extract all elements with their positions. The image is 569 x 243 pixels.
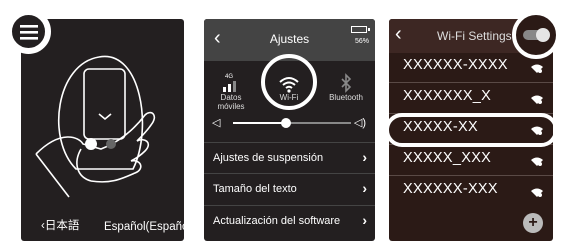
- wifi-highlight-ring: [261, 54, 317, 110]
- battery-percentage: 56%: [354, 38, 369, 45]
- volume-slider[interactable]: [233, 118, 351, 128]
- wifi-signal-icon: [531, 157, 543, 166]
- wifi-signal-icon: [531, 188, 543, 197]
- network-name: XXXXX_XXX: [403, 150, 492, 166]
- previous-language-link[interactable]: ‹日本語: [41, 217, 79, 233]
- chevron-right-icon: ›: [362, 149, 367, 165]
- wifi-power-toggle[interactable]: [523, 28, 550, 42]
- network-name: XXXXXX-XXXX: [403, 57, 508, 73]
- menu-item-sleep-settings[interactable]: Ajustes de suspensión ›: [204, 142, 375, 174]
- svg-text:4G: 4G: [225, 74, 233, 80]
- toggle-knob: [536, 28, 550, 42]
- wifi-settings-title: Wi-Fi Settings: [437, 29, 512, 43]
- menu-item-label: Actualización del software: [213, 215, 341, 227]
- menu-item-label: Tamaño del texto: [213, 183, 297, 195]
- current-language-label[interactable]: Español(Español): [104, 221, 184, 233]
- chevron-right-icon: ›: [362, 180, 367, 196]
- bluetooth-icon: [341, 73, 352, 93]
- mobile-data-label: Datos móviles: [217, 93, 245, 111]
- add-network-button[interactable]: +: [523, 213, 543, 233]
- menu-item-text-size[interactable]: Tamaño del texto ›: [204, 173, 375, 205]
- menu-item-label: Ajustes de suspensión: [213, 152, 324, 164]
- network-name: XXXXXX-XXX: [403, 181, 498, 197]
- network-name: XXXXXXX_X: [403, 88, 492, 104]
- volume-high-icon: ◁): [353, 117, 366, 129]
- volume-slider-knob[interactable]: [281, 118, 292, 128]
- network-item[interactable]: XXXXXX-XXX: [389, 175, 553, 206]
- back-chevron-icon[interactable]: ‹: [395, 23, 402, 46]
- bluetooth-label: Bluetooth: [329, 93, 363, 102]
- network-item[interactable]: XXXXXXX_X: [389, 82, 553, 114]
- wifi-signal-icon: [531, 95, 543, 104]
- device-hand-illustration: [35, 55, 156, 198]
- bluetooth-toggle[interactable]: Bluetooth: [324, 65, 368, 102]
- menu-item-software-update[interactable]: Actualización del software ›: [204, 205, 375, 237]
- hamburger-menu-icon[interactable]: [20, 24, 38, 40]
- settings-screen: ‹ Ajustes 56% 4G Datos móviles Wi-Fi Blu…: [204, 19, 375, 241]
- wifi-signal-icon: [531, 64, 543, 73]
- battery-icon: [351, 26, 370, 33]
- network-item[interactable]: XXXXX_XXX: [389, 144, 553, 176]
- language-screen: ‹日本語 Español(Español): [21, 19, 184, 241]
- mobile-data-toggle[interactable]: 4G Datos móviles: [211, 65, 251, 111]
- signal-4g-icon: 4G: [223, 74, 236, 92]
- network-highlight-ring: [385, 113, 558, 147]
- volume-low-icon: ◁: [212, 117, 221, 129]
- settings-title: Ajustes: [269, 32, 310, 46]
- chevron-right-icon: ›: [362, 212, 367, 228]
